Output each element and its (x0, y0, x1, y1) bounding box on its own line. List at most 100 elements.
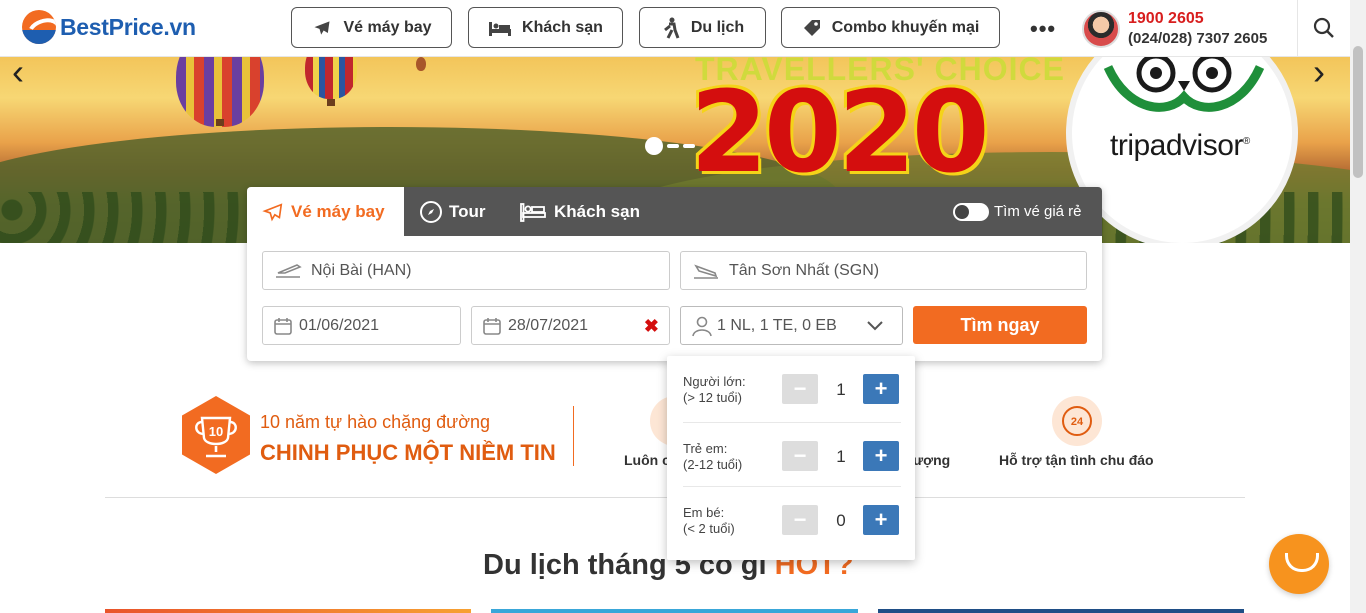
ten-years-badge-icon: 10 (182, 396, 250, 474)
tab-tour-label: Tour (449, 201, 486, 221)
chat-button[interactable] (1269, 534, 1329, 594)
calendar-icon (274, 317, 292, 335)
pax-label-title: Trẻ em: (683, 441, 728, 456)
pax-label: Trẻ em: (2-12 tuổi) (683, 441, 742, 473)
pax-row-infant: Em bé: (< 2 tuổi) − 0 + (683, 486, 901, 550)
hot-air-balloon (416, 57, 426, 71)
passengers-select[interactable]: 1 NL, 1 TE, 0 EB (680, 306, 903, 345)
logo-text: BestPrice.vn (60, 13, 196, 40)
tab-flights[interactable]: Vé máy bay (247, 187, 404, 236)
hiker-icon (663, 17, 680, 39)
bed-icon (489, 21, 512, 36)
proud-line-1: 10 năm tự hào chặng đường (260, 412, 491, 432)
child-minus-button[interactable]: − (782, 441, 818, 471)
tab-hotels[interactable]: Khách sạn (520, 187, 640, 236)
feature-label: Hỗ trợ tận tình chu đáo (999, 452, 1154, 468)
depart-date-value: 01/06/2021 (299, 316, 380, 334)
clear-return-date-icon[interactable]: ✖ (644, 316, 659, 337)
logo[interactable]: BestPrice.vn (22, 9, 196, 45)
compass-icon (420, 200, 442, 223)
tripadvisor-owl-icon (1103, 57, 1265, 112)
hotline-number[interactable]: 1900 2605 (1128, 10, 1204, 28)
nav-hotels-label: Khách sạn (522, 18, 603, 36)
badge-number: 10 (209, 424, 223, 439)
infant-minus-button[interactable]: − (782, 505, 818, 535)
passengers-value: 1 NL, 1 TE, 0 EB (717, 316, 837, 334)
pax-label-age: (> 12 tuổi) (683, 390, 742, 405)
carousel-dots[interactable] (645, 137, 695, 155)
banner-next-arrow[interactable]: › (1313, 57, 1325, 93)
phone-24-icon: 24 (1062, 406, 1092, 436)
passenger-dropdown: Người lớn: (> 12 tuổi) − 1 + Trẻ em: (2-12… (667, 356, 915, 560)
nav-travel-label: Du lịch (690, 18, 745, 36)
bed-icon (520, 202, 546, 222)
destination-field[interactable]: Tân Sơn Nhất (SGN) (680, 251, 1087, 290)
nav-hotels-button[interactable]: Khách sạn (468, 7, 623, 48)
pax-label-age: (2-12 tuổi) (683, 457, 743, 472)
origin-value: Nội Bài (HAN) (311, 261, 412, 279)
award-year: 2020 (690, 68, 990, 198)
calendar-icon (483, 317, 501, 335)
header-divider (1297, 0, 1298, 57)
pax-label: Em bé: (< 2 tuổi) (683, 505, 735, 537)
trophy-icon: 10 (195, 416, 237, 458)
nav-combo-label: Combo khuyến mại (831, 18, 980, 36)
plane-icon (314, 20, 330, 35)
more-menu-button[interactable]: ••• (1030, 16, 1056, 42)
feature-divider (573, 406, 574, 466)
adult-minus-button[interactable]: − (782, 374, 818, 404)
support-badge-text: 24 (1071, 416, 1084, 428)
carousel-dot[interactable] (667, 144, 679, 148)
tour-card[interactable] (491, 609, 858, 613)
search-icon[interactable] (1313, 17, 1335, 39)
chevron-down-icon (867, 321, 883, 331)
tab-flights-label: Vé máy bay (291, 201, 385, 221)
tour-card[interactable] (878, 609, 1244, 613)
pax-label: Người lớn: (> 12 tuổi) (683, 374, 746, 406)
registered-mark: ® (1242, 136, 1250, 147)
hot-air-balloon (305, 57, 357, 99)
carousel-dot-active[interactable] (645, 137, 663, 155)
return-date-value: 28/07/2021 (508, 316, 589, 334)
nav-flights-button[interactable]: Vé máy bay (291, 7, 452, 48)
infant-plus-button[interactable]: + (863, 505, 899, 535)
pax-row-child: Trẻ em: (2-12 tuổi) − 1 + (683, 422, 901, 486)
logo-mark-icon (22, 10, 56, 44)
adult-plus-button[interactable]: + (863, 374, 899, 404)
cheap-fare-label: Tìm vé giá rẻ (994, 203, 1082, 220)
hotline-alt-number[interactable]: (024/028) 7307 2605 (1128, 30, 1267, 47)
scrollbar-thumb[interactable] (1353, 46, 1363, 178)
depart-date-field[interactable]: 01/06/2021 (262, 306, 461, 345)
tab-hotels-label: Khách sạn (554, 201, 640, 221)
search-submit-button[interactable]: Tìm ngay (913, 306, 1087, 344)
search-widget: Vé máy bay Tour Khách sạn Tìm vé giá rẻ … (247, 187, 1102, 361)
carousel-dot[interactable] (683, 144, 695, 148)
cheap-fare-toggle[interactable] (953, 203, 989, 221)
nav-combo-button[interactable]: Combo khuyến mại (781, 7, 1000, 48)
feature-label: Luôn c (624, 452, 670, 468)
child-plus-button[interactable]: + (863, 441, 899, 471)
banner-prev-arrow[interactable]: ‹ (12, 57, 24, 93)
site-header: BestPrice.vn Vé máy bay Khách sạn Du lịc… (0, 0, 1350, 57)
tab-tour[interactable]: Tour (419, 187, 486, 236)
pax-label-title: Người lớn: (683, 374, 746, 389)
tour-card[interactable] (105, 609, 471, 613)
balloon-basket (327, 99, 335, 106)
balloon-basket (216, 119, 224, 126)
tripadvisor-wordmark: tripadvisor® (1110, 129, 1250, 163)
support-avatar (1082, 10, 1120, 48)
page: ‹ › TRAVELLERS' CHOICE 2020 tripadvisor®… (0, 0, 1366, 613)
origin-field[interactable]: Nội Bài (HAN) (262, 251, 670, 290)
support-24-icon: 24 (1052, 396, 1102, 446)
pax-label-age: (< 2 tuổi) (683, 521, 735, 536)
tripadvisor-text: tripadvisor (1110, 129, 1243, 162)
pax-label-title: Em bé: (683, 505, 725, 520)
return-date-field[interactable]: 28/07/2021 ✖ (471, 306, 670, 345)
person-icon (692, 316, 712, 336)
proud-line-2: CHINH PHỤC MỘT NIỀM TIN (260, 440, 556, 465)
landing-icon (694, 263, 718, 279)
child-count: 1 (836, 447, 846, 466)
nav-flights-label: Vé máy bay (343, 18, 432, 36)
nav-travel-button[interactable]: Du lịch (639, 7, 766, 48)
adult-count: 1 (836, 380, 846, 399)
